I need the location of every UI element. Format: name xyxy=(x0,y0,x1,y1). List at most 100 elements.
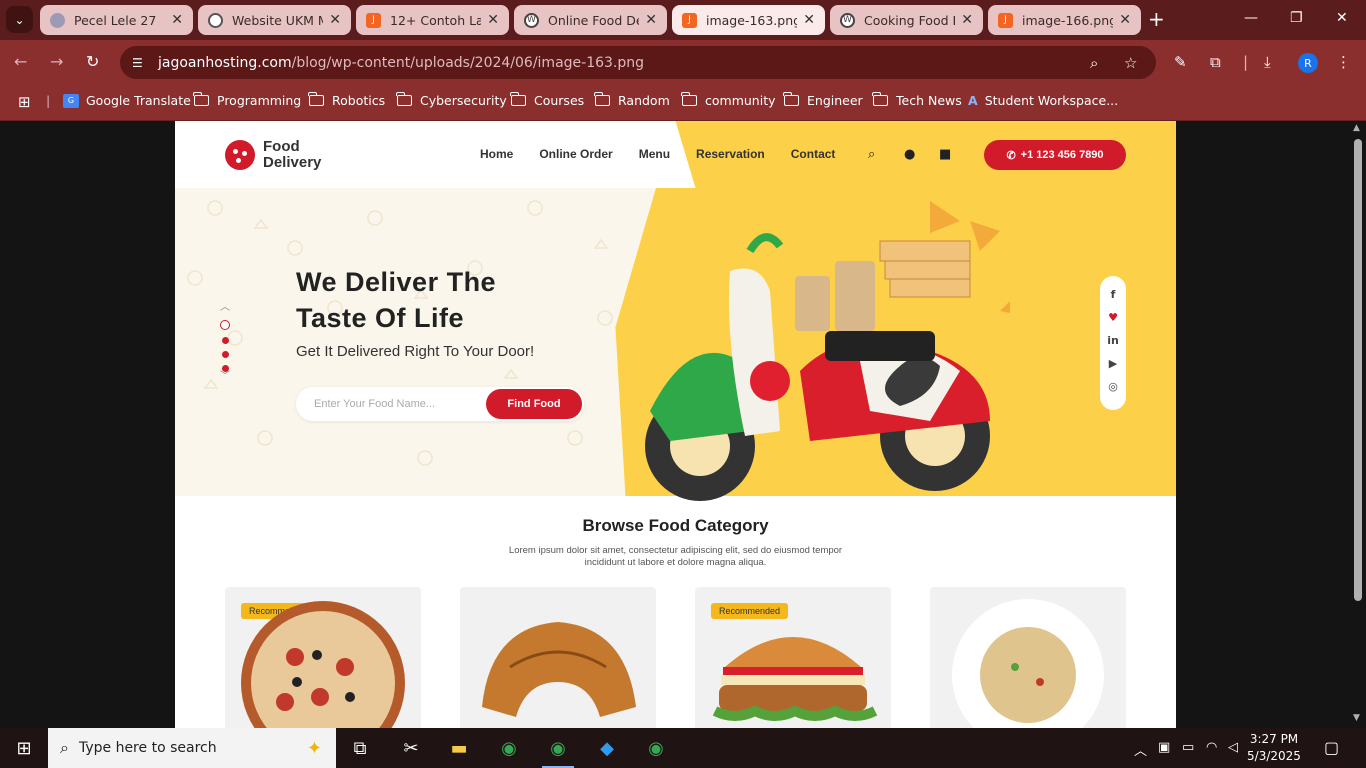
wifi-icon[interactable]: ◠ xyxy=(1206,740,1217,755)
taskbar-search-placeholder: Type here to search xyxy=(78,740,217,756)
close-window-button[interactable]: ✕ xyxy=(1336,10,1348,26)
folder-icon xyxy=(193,92,209,106)
bookmark-label: Courses xyxy=(534,93,585,108)
zoom-icon[interactable]: ⌕ xyxy=(1090,54,1098,72)
restore-button[interactable]: ❐ xyxy=(1290,10,1303,26)
bookmark-label: Robotics xyxy=(332,93,386,108)
file-explorer-icon[interactable]: ▬ xyxy=(447,736,471,760)
close-icon[interactable]: ✕ xyxy=(171,12,183,28)
profile-initial: R xyxy=(1304,56,1312,70)
windows-start-icon[interactable]: ⊞ xyxy=(12,736,36,760)
bookmark-folder[interactable]: Engineer xyxy=(783,92,863,108)
bookmark-folder[interactable]: Courses xyxy=(510,92,585,108)
scroll-down-icon[interactable]: ▼ xyxy=(1353,713,1360,723)
notification-icon[interactable]: ▢ xyxy=(1324,738,1339,757)
meet-now-icon[interactable]: ▣ xyxy=(1158,740,1170,755)
tab-title: Cooking Food B xyxy=(864,12,956,28)
chevron-up-icon[interactable]: ︿ xyxy=(1134,740,1147,759)
chrome-profile-2-icon[interactable]: ◉ xyxy=(644,736,668,760)
toolbar-divider: | xyxy=(1243,53,1249,71)
close-icon[interactable]: ✕ xyxy=(803,12,815,28)
bookmark-label: Cybersecurity xyxy=(420,93,507,108)
snipping-tool-icon[interactable]: ✂ xyxy=(399,736,423,760)
jagoanhosting-icon: J xyxy=(998,12,1013,28)
bookmark-star-icon[interactable]: ☆ xyxy=(1124,54,1137,72)
phone-number: +1 123 456 7890 xyxy=(1020,149,1104,161)
twitter-icon: ♥ xyxy=(1108,311,1118,324)
address-bar[interactable]: ☰ jagoanhosting.com/blog/wp-content/uplo… xyxy=(120,46,1156,79)
hero-heading-line1: We Deliver The xyxy=(296,267,497,297)
bookmark-folder[interactable]: Random xyxy=(594,92,670,108)
scrollbar[interactable]: ▲ ▼ xyxy=(1350,121,1366,728)
folder-icon xyxy=(510,92,526,106)
extensions-icon[interactable]: ⧉ xyxy=(1210,53,1221,71)
windows-taskbar: ⊞ ⌕ Type here to search ✦ ⧉ ✂ ▬ ◉ ◉ ◆ ◉ … xyxy=(0,728,1366,768)
tab-search-button[interactable]: ⌄ xyxy=(6,6,33,33)
food-card-pizza: Recommended xyxy=(225,587,421,728)
pattern-background xyxy=(187,200,613,466)
taskbar-clock[interactable]: 3:27 PM 5/3/2025 xyxy=(1244,731,1304,765)
chatgpt-icon xyxy=(208,12,223,28)
close-icon[interactable]: ✕ xyxy=(487,12,499,28)
bookmark-google-translate[interactable]: G Google Translate xyxy=(63,93,191,108)
site-logo: Food Delivery xyxy=(225,139,321,171)
folder-icon xyxy=(308,92,324,106)
google-translate-icon: G xyxy=(63,93,79,108)
clock-time: 3:27 PM xyxy=(1249,732,1299,746)
scroll-up-icon[interactable]: ▲ xyxy=(1353,123,1360,133)
browser-tab-active[interactable]: J image-163.png ( ✕ xyxy=(672,5,825,35)
browser-tab[interactable]: J image-166.png ( ✕ xyxy=(988,5,1141,35)
bookmark-label: Tech News xyxy=(896,93,962,108)
bookmark-folder[interactable]: Tech News xyxy=(872,92,962,108)
forward-button[interactable]: → xyxy=(50,52,63,71)
close-icon[interactable]: ✕ xyxy=(329,12,341,28)
browser-tab[interactable]: Pecel Lele 27 ✕ xyxy=(40,5,193,35)
site-navigation: Home Online Order Menu Reservation Conta… xyxy=(480,147,861,161)
nav-home: Home xyxy=(480,147,514,161)
tab-title: Website UKM M xyxy=(232,12,324,28)
bookmark-folder[interactable]: Robotics xyxy=(308,92,386,108)
close-icon[interactable]: ✕ xyxy=(645,12,657,28)
site-info-icon[interactable]: ☰ xyxy=(132,56,148,70)
food-search-placeholder: Enter Your Food Name... xyxy=(314,398,436,410)
find-food-button: Find Food xyxy=(486,389,582,419)
menu-icon[interactable]: ⋮ xyxy=(1336,53,1351,71)
folder-icon xyxy=(396,92,412,106)
pen-icon[interactable]: ✎ xyxy=(1174,53,1187,71)
volume-icon[interactable]: ◁ xyxy=(1228,740,1238,755)
section-description-line2: incididunt ut labore et dolore magna ali… xyxy=(584,557,767,568)
download-icon[interactable]: ⤓ xyxy=(1264,53,1271,71)
bookmark-folder[interactable]: Cybersecurity xyxy=(396,92,507,108)
vscode-icon[interactable]: ◆ xyxy=(595,736,619,760)
scrollbar-thumb[interactable] xyxy=(1354,139,1362,601)
folder-icon xyxy=(681,92,697,106)
search-icon: ⌕ xyxy=(60,738,69,757)
browser-tab[interactable]: W Online Food Del ✕ xyxy=(514,5,667,35)
tab-title: image-166.png ( xyxy=(1022,12,1114,28)
browser-tab[interactable]: W Cooking Food B ✕ xyxy=(830,5,983,35)
back-button[interactable]: ← xyxy=(14,52,27,71)
browser-tab[interactable]: Website UKM M ✕ xyxy=(198,5,351,35)
bookmark-folder[interactable]: Programming xyxy=(193,92,301,108)
chrome-profile-icon[interactable]: ◉ xyxy=(542,736,574,768)
new-tab-button[interactable]: + xyxy=(1148,8,1165,30)
chrome-icon[interactable]: ◉ xyxy=(497,736,521,760)
close-icon[interactable]: ✕ xyxy=(1119,12,1131,28)
apps-grid-icon[interactable]: ⊞ xyxy=(18,93,31,111)
bookmark-folder[interactable]: community xyxy=(681,92,776,108)
profile-avatar[interactable]: R xyxy=(1298,53,1318,73)
nav-contact: Contact xyxy=(790,147,836,161)
battery-icon[interactable]: ▭ xyxy=(1182,740,1194,755)
section-description: Lorem ipsum dolor sit amet, consectetur … xyxy=(475,545,876,569)
browser-tab[interactable]: J 12+ Contoh Lan ✕ xyxy=(356,5,509,35)
bookmark-student-workspace[interactable]: A Student Workspace... xyxy=(968,93,1118,108)
bookmark-label: Random xyxy=(618,93,670,108)
slider-dot-active xyxy=(220,320,230,330)
minimize-button[interactable]: — xyxy=(1244,10,1258,26)
task-view-icon[interactable]: ⧉ xyxy=(348,736,372,760)
slider-dot xyxy=(221,337,229,344)
close-icon[interactable]: ✕ xyxy=(961,12,973,28)
taskbar-search[interactable]: ⌕ Type here to search ✦ xyxy=(48,728,336,768)
social-bar: f ♥ in ▶ ◎ xyxy=(1100,276,1126,410)
reload-button[interactable]: ↻ xyxy=(86,52,99,71)
